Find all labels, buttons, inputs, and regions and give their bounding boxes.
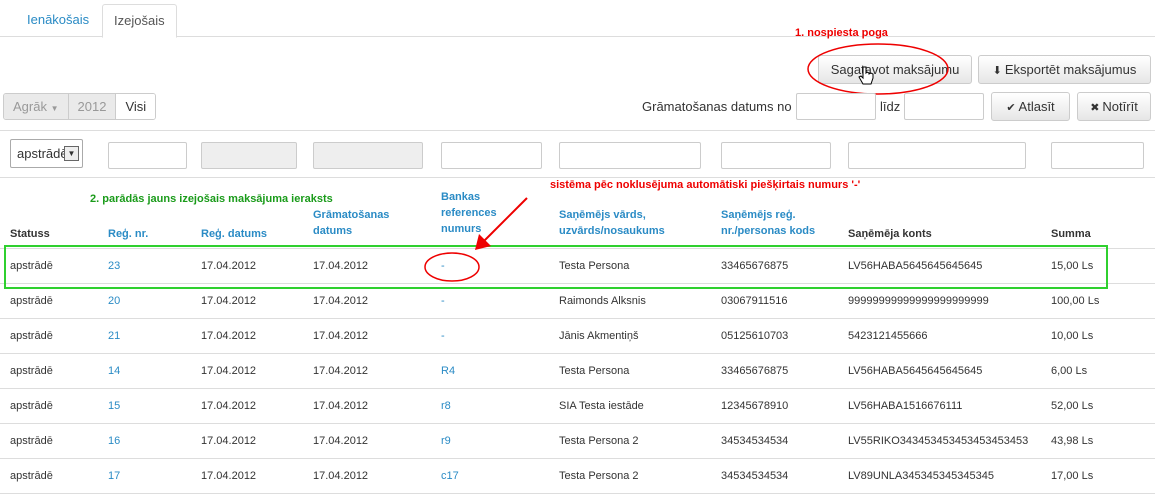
annotation-arrow-line [482, 197, 528, 243]
annotation-ellipse-ref [424, 252, 480, 282]
annotation-arrow-layer [424, 197, 528, 282]
